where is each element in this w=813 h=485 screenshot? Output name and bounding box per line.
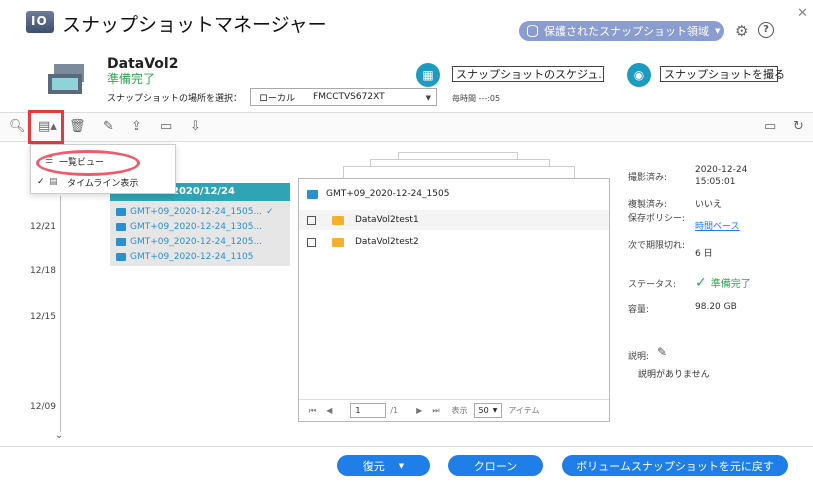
file-name: DataVol2test2 — [355, 237, 419, 247]
app-logo-icon — [26, 11, 54, 33]
file-name: DataVol2test1 — [355, 215, 419, 225]
status-label: ステータス: — [628, 280, 677, 290]
camera-icon[interactable]: ◉ — [627, 63, 651, 87]
toolbar: 🔍︎ ▤▴ 🗑︎ ✎ ⇪ ▭ ⇩ ▭ ↻ — [0, 112, 813, 142]
protected-area-button[interactable]: 保護されたスナップショット領域 ▼ — [519, 21, 724, 41]
timeline-date: 12/15 — [30, 312, 56, 322]
snapshot-icon — [116, 223, 126, 231]
description-value: 説明がありません — [638, 370, 710, 380]
upload-icon[interactable]: ⇪ — [131, 119, 142, 134]
highlight-ellipse — [36, 150, 140, 176]
pager: ⏮ ◀ 1 /1 ▶ ⏭ 表示 50 ▼ アイテム — [299, 399, 609, 421]
display-label: 表示 — [451, 406, 468, 415]
location-device: FMCCTVS672XT — [313, 92, 385, 102]
edit-icon[interactable]: ✎ — [103, 119, 114, 134]
prev-page-icon[interactable]: ◀ — [326, 406, 332, 415]
schedule-time: 毎時間 ---:05 — [452, 94, 501, 103]
copied-value: いいえ — [695, 200, 723, 210]
chevron-down-icon: ▼ — [715, 27, 721, 35]
refresh-icon[interactable]: ↻ — [793, 119, 804, 134]
snapshot-icon — [116, 208, 126, 216]
location-type: ローカル — [259, 93, 296, 104]
snapshot-item[interactable]: GMT+09_2020-12-24_1205... — [116, 237, 262, 247]
close-icon[interactable]: ✕ — [797, 6, 808, 21]
download-icon[interactable]: ⇩ — [190, 119, 201, 134]
volume-icon — [48, 64, 84, 94]
volume-status: 準備完了 — [107, 72, 156, 86]
snapshot-icon — [116, 238, 126, 246]
page-total: /1 — [390, 406, 399, 415]
check-icon: ✓ — [695, 275, 707, 291]
expire-value: 6 日 — [695, 249, 713, 259]
window-title: スナップショットマネージャー — [62, 14, 327, 36]
highlight-box — [28, 110, 64, 144]
capacity-label: 容量: — [628, 305, 650, 315]
chevron-down-icon: ▼ — [492, 407, 498, 414]
first-page-icon[interactable]: ⏮ — [309, 406, 316, 416]
timeline-date: 12/09 — [30, 402, 56, 412]
take-snapshot-button[interactable]: スナップショットを撮る — [660, 66, 785, 82]
chevron-down-icon[interactable]: ⌄ — [55, 430, 63, 441]
policy-link[interactable]: 時間ベース — [695, 219, 740, 232]
database-icon — [527, 25, 538, 37]
snapshot-panel: GMT+09_2020-12-24_1505 DataVol2test1 Dat… — [298, 178, 610, 422]
items-label: アイテム — [508, 406, 540, 415]
row-checkbox[interactable] — [307, 215, 316, 225]
gear-icon[interactable]: ⚙ — [735, 22, 751, 40]
timeline-date: 12/18 — [30, 266, 56, 276]
edit-icon[interactable]: ✎ — [657, 345, 667, 359]
file-row[interactable]: DataVol2test1 — [299, 210, 609, 230]
snapshot-item[interactable]: GMT+09_2020-12-24_1105 — [116, 252, 253, 262]
revert-button[interactable]: ボリュームスナップショットを元に戻す — [562, 455, 788, 476]
window-icon[interactable]: ▭ — [764, 119, 776, 134]
timeline-axis — [60, 196, 61, 432]
taken-value: 2020-12-24 15:05:01 — [695, 165, 748, 187]
per-page-select[interactable]: 50 ▼ — [473, 403, 503, 418]
snapshot-icon — [116, 253, 126, 261]
copied-label: 複製済み: — [628, 200, 668, 210]
folder-icon[interactable]: ▭ — [160, 119, 172, 134]
snapshot-item[interactable]: GMT+09_2020-12-24_1505... ✓ — [116, 207, 274, 217]
folder-icon — [332, 237, 344, 247]
snapshot-icon — [307, 189, 318, 199]
panel-title: GMT+09_2020-12-24_1505 — [326, 189, 450, 199]
clone-button[interactable]: クローン — [448, 455, 543, 476]
location-select[interactable]: ローカル FMCCTVS672XT ▼ — [250, 88, 437, 106]
chevron-down-icon: ▼ — [425, 94, 431, 102]
timeline-date: 12/21 — [30, 222, 56, 232]
expire-label: 次で期限切れ: — [628, 241, 686, 251]
row-checkbox[interactable] — [307, 237, 316, 247]
file-row[interactable]: DataVol2test2 — [299, 232, 609, 252]
status-value: ✓ 準備完了 — [695, 275, 751, 291]
chevron-down-icon: ▼ — [398, 461, 405, 470]
delete-icon[interactable]: 🗑︎ — [69, 119, 86, 134]
schedule-button[interactable]: スナップショットのスケジュ... — [452, 66, 604, 82]
restore-button[interactable]: 復元 ▼ — [337, 455, 430, 476]
timeline-icon: ▤ — [49, 177, 58, 187]
help-icon[interactable]: ? — [758, 22, 774, 38]
folder-icon — [332, 215, 344, 225]
snapshot-item[interactable]: GMT+09_2020-12-24_1305... — [116, 222, 262, 232]
page-input[interactable]: 1 — [350, 403, 387, 418]
search-icon[interactable]: 🔍︎ — [9, 119, 26, 134]
check-icon: ✓ — [37, 177, 45, 187]
location-label: スナップショットの場所を選択： — [107, 94, 243, 104]
policy-label: 保存ポリシー: — [628, 214, 686, 224]
last-page-icon[interactable]: ⏭ — [432, 406, 439, 416]
next-page-icon[interactable]: ▶ — [416, 406, 422, 415]
description-label: 説明: — [628, 352, 650, 362]
protected-area-label: 保護されたスナップショット領域 — [544, 25, 709, 38]
capacity-value: 98.20 GB — [695, 302, 737, 312]
calendar-icon[interactable]: ▦ — [416, 63, 440, 87]
panel-header: GMT+09_2020-12-24_1505 — [299, 179, 609, 209]
taken-label: 撮影済み: — [628, 173, 668, 183]
check-icon: ✓ — [266, 207, 274, 217]
